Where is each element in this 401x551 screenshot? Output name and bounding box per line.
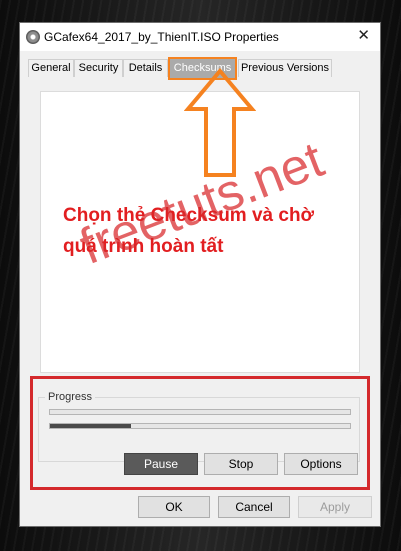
tab-general[interactable]: General xyxy=(28,59,74,77)
tab-details[interactable]: Details xyxy=(123,59,168,77)
highlight-box xyxy=(30,376,370,490)
title-bar: GCafex64_2017_by_ThienIT.ISO Properties … xyxy=(20,23,380,51)
disc-icon xyxy=(26,30,40,44)
apply-button[interactable]: Apply xyxy=(298,496,372,518)
window-title: GCafex64_2017_by_ThienIT.ISO Properties xyxy=(44,30,279,44)
ok-button[interactable]: OK xyxy=(138,496,210,518)
tab-security[interactable]: Security xyxy=(74,59,123,77)
cancel-button[interactable]: Cancel xyxy=(218,496,290,518)
close-icon[interactable]: ✕ xyxy=(357,27,370,45)
